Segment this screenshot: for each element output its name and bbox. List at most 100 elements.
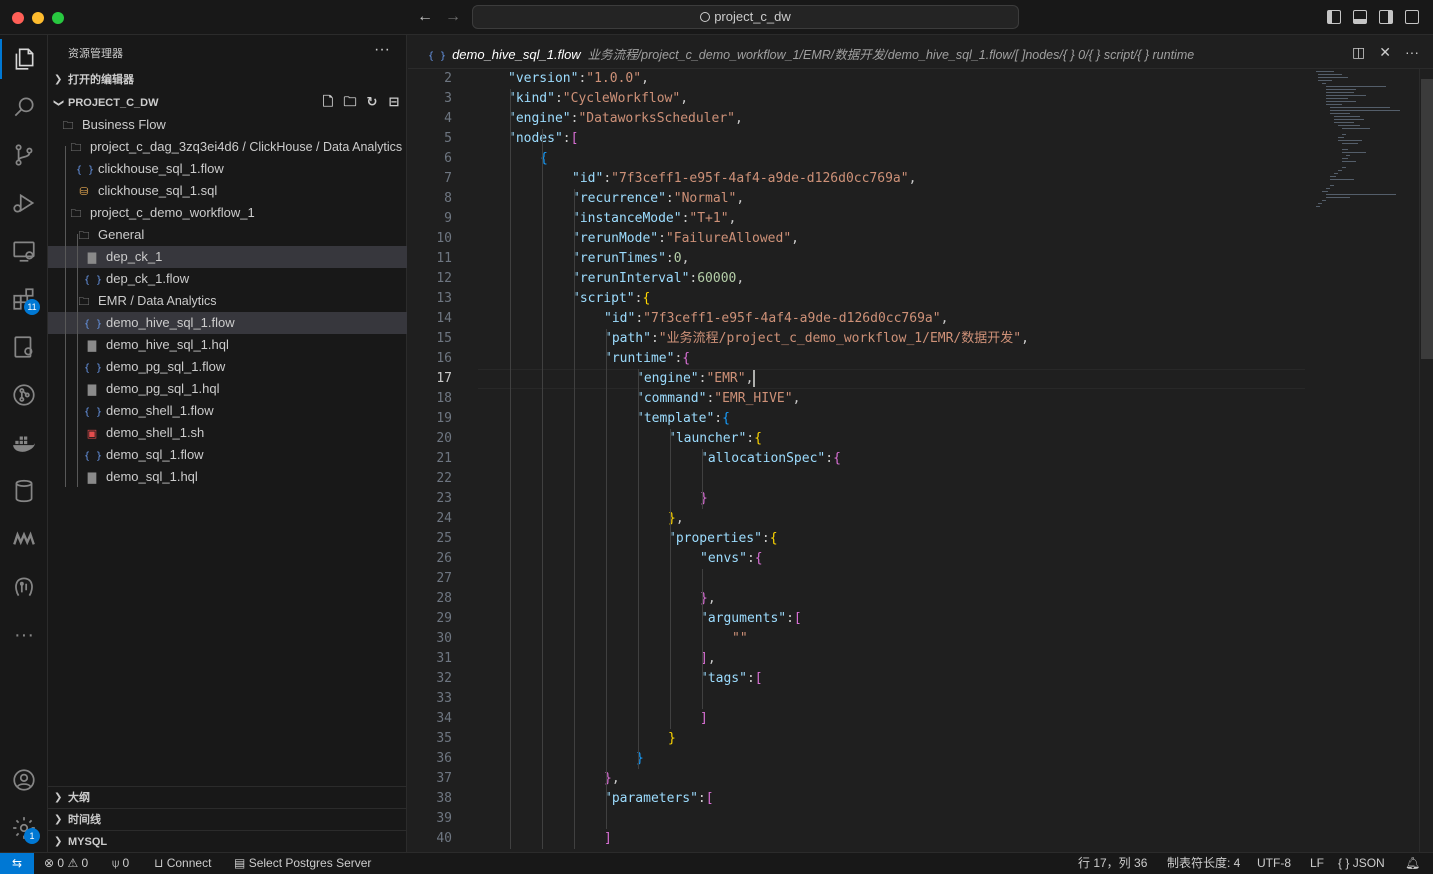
more-icon[interactable]: ··· — [0, 611, 48, 659]
tree-item[interactable]: ⛁ clickhouse_sql_1.sql — [48, 180, 407, 202]
ports-indicator[interactable]: ⍦ 0 — [112, 853, 129, 874]
toggle-secondary-sidebar-icon[interactable] — [1379, 10, 1393, 24]
code-token: , — [681, 251, 690, 266]
connect-button[interactable]: ⊔ Connect — [154, 853, 211, 874]
code-text: "version":"1.0.0", — [508, 69, 649, 89]
cursor-position[interactable]: 行 17，列 36 — [1078, 853, 1147, 874]
line-number: 27 — [436, 571, 452, 586]
code-token: "EMR_HIVE" — [714, 391, 793, 406]
source-control-icon[interactable] — [0, 131, 48, 179]
tree-item[interactable]: { } dep_ck_1.flow — [48, 268, 407, 290]
breadcrumb[interactable]: { } demo_hive_sql_1.flow 业务流程/project_c_d… — [428, 44, 1194, 63]
code-token: : — [562, 131, 571, 146]
code-token: , — [707, 651, 716, 666]
tree-item[interactable]: 🗀 Business Flow — [48, 114, 407, 136]
indent-guide — [542, 129, 543, 849]
notifications-bell-icon[interactable]: 🔔︎ — [1405, 853, 1420, 874]
close-icon[interactable]: ✕ — [1379, 44, 1391, 61]
split-editor-icon[interactable]: ◫ — [1352, 44, 1365, 61]
tree-item[interactable]: ▇ demo_pg_sql_1.hql — [48, 378, 407, 400]
gitlens-icon[interactable] — [0, 371, 48, 419]
explorer-more-icon[interactable]: ··· — [374, 41, 390, 59]
breadcrumb-file[interactable]: demo_hive_sql_1.flow — [452, 47, 581, 62]
minimize-window-button[interactable] — [32, 12, 44, 24]
extensions-icon[interactable]: 11 — [0, 275, 48, 323]
code-line: 8 "recurrence":"Normal", — [408, 189, 1408, 209]
manage-gear-icon[interactable]: 1 — [0, 804, 48, 852]
tab-size[interactable]: 制表符长度: 4 — [1167, 853, 1240, 874]
code-line: 11 "rerunTimes":0, — [408, 249, 1408, 269]
toggle-panel-icon[interactable] — [1353, 10, 1367, 24]
tree-item[interactable]: ▇ demo_hive_sql_1.hql — [48, 334, 407, 356]
scrollbar-thumb[interactable] — [1421, 79, 1433, 359]
tree-item[interactable]: { } demo_shell_1.flow — [48, 400, 407, 422]
code-token: , — [1021, 331, 1029, 346]
code-token: , — [736, 271, 745, 286]
run-debug-icon[interactable] — [0, 179, 48, 227]
tree-indent-guide — [65, 146, 66, 487]
close-window-button[interactable] — [12, 12, 24, 24]
tree-item[interactable]: 🗀 General — [48, 224, 407, 246]
code-line: 12 "rerunInterval":60000, — [408, 269, 1408, 289]
docker-icon[interactable] — [0, 419, 48, 467]
mysql-icon[interactable] — [0, 515, 48, 563]
mysql-header[interactable]: ❯ MYSQL — [48, 830, 407, 852]
project-header[interactable]: ❯ PROJECT_C_DW 🗋 🗀 ↻ ⊟ — [48, 92, 407, 114]
problems-indicator[interactable]: ⊗ 0 ⚠ 0 — [44, 853, 88, 874]
customize-layout-icon[interactable] — [1405, 10, 1419, 24]
collapse-all-icon[interactable]: ⊟ — [387, 95, 401, 109]
code-token: , — [735, 111, 743, 126]
tree-item[interactable]: ▣ demo_shell_1.sh — [48, 422, 407, 444]
remote-settings-icon[interactable] — [0, 323, 48, 371]
new-file-icon[interactable]: 🗋 — [321, 95, 335, 109]
tree-item[interactable]: { } demo_pg_sql_1.flow — [48, 356, 407, 378]
tree-item[interactable]: 🗀 project_c_demo_workflow_1 — [48, 202, 407, 224]
language-mode[interactable]: { } JSON — [1338, 853, 1385, 874]
code-editor[interactable]: 2 "version":"1.0.0", 3 "kind":"CycleWorkflo… — [408, 69, 1433, 852]
toggle-primary-sidebar-icon[interactable] — [1327, 10, 1341, 24]
timeline-header[interactable]: ❯ 时间线 — [48, 808, 407, 830]
end-of-line[interactable]: LF — [1310, 853, 1324, 874]
search-icon[interactable] — [0, 83, 48, 131]
code-text: ] — [604, 829, 612, 849]
tree-item[interactable]: 🗀 EMR / Data Analytics — [48, 290, 407, 312]
line-number: 12 — [436, 271, 452, 286]
vertical-scrollbar[interactable] — [1419, 69, 1433, 852]
tree-item[interactable]: ▇ dep_ck_1 — [48, 246, 407, 268]
open-editors-header[interactable]: ❯ 打开的编辑器 — [48, 69, 407, 91]
code-line: 29 "arguments":[ — [408, 609, 1408, 629]
outline-header[interactable]: ❯ 大纲 — [48, 786, 407, 808]
code-token: , — [745, 371, 754, 386]
tree-item[interactable]: { } demo_sql_1.flow — [48, 444, 407, 466]
line-number: 21 — [436, 451, 452, 466]
remote-indicator-icon[interactable]: ⇆ — [0, 853, 34, 874]
forward-arrow-icon[interactable]: → — [445, 8, 461, 26]
maximize-window-button[interactable] — [52, 12, 64, 24]
account-icon[interactable] — [0, 756, 48, 804]
tree-item-label: demo_sql_1.flow — [106, 447, 204, 462]
code-token: { — [833, 451, 841, 466]
tree-item[interactable]: { } demo_hive_sql_1.flow — [48, 312, 407, 334]
tree-item[interactable]: ▇ demo_sql_1.hql — [48, 466, 407, 488]
database-icon[interactable] — [0, 467, 48, 515]
tree-item[interactable]: { } clickhouse_sql_1.flow — [48, 158, 407, 180]
postgres-server-button[interactable]: ▤ Select Postgres Server — [234, 853, 371, 874]
postgres-icon[interactable] — [0, 563, 48, 611]
breadcrumb-path[interactable]: 业务流程/project_c_demo_workflow_1/EMR/数据开发/… — [588, 48, 1195, 62]
more-actions-icon[interactable]: ··· — [1405, 44, 1419, 61]
encoding[interactable]: UTF-8 — [1257, 853, 1291, 874]
code-token: 0 — [673, 251, 682, 266]
remote-explorer-icon[interactable] — [0, 227, 48, 275]
code-text: "allocationSpec":{ — [700, 449, 841, 469]
command-center-search[interactable]: project_c_dw — [472, 5, 1019, 29]
line-number: 37 — [436, 771, 452, 786]
refresh-icon[interactable]: ↻ — [365, 95, 379, 109]
new-folder-icon[interactable]: 🗀 — [343, 95, 357, 109]
tree-item[interactable]: 🗀 project_c_dag_3zq3ei4d6 / ClickHouse / … — [48, 136, 407, 158]
code-token: , — [680, 91, 689, 106]
line-number: 11 — [436, 251, 452, 266]
minimap[interactable] — [1312, 69, 1418, 852]
code-line: 34] — [408, 709, 1408, 729]
explorer-icon[interactable] — [0, 35, 48, 83]
back-arrow-icon[interactable]: ← — [417, 8, 433, 26]
